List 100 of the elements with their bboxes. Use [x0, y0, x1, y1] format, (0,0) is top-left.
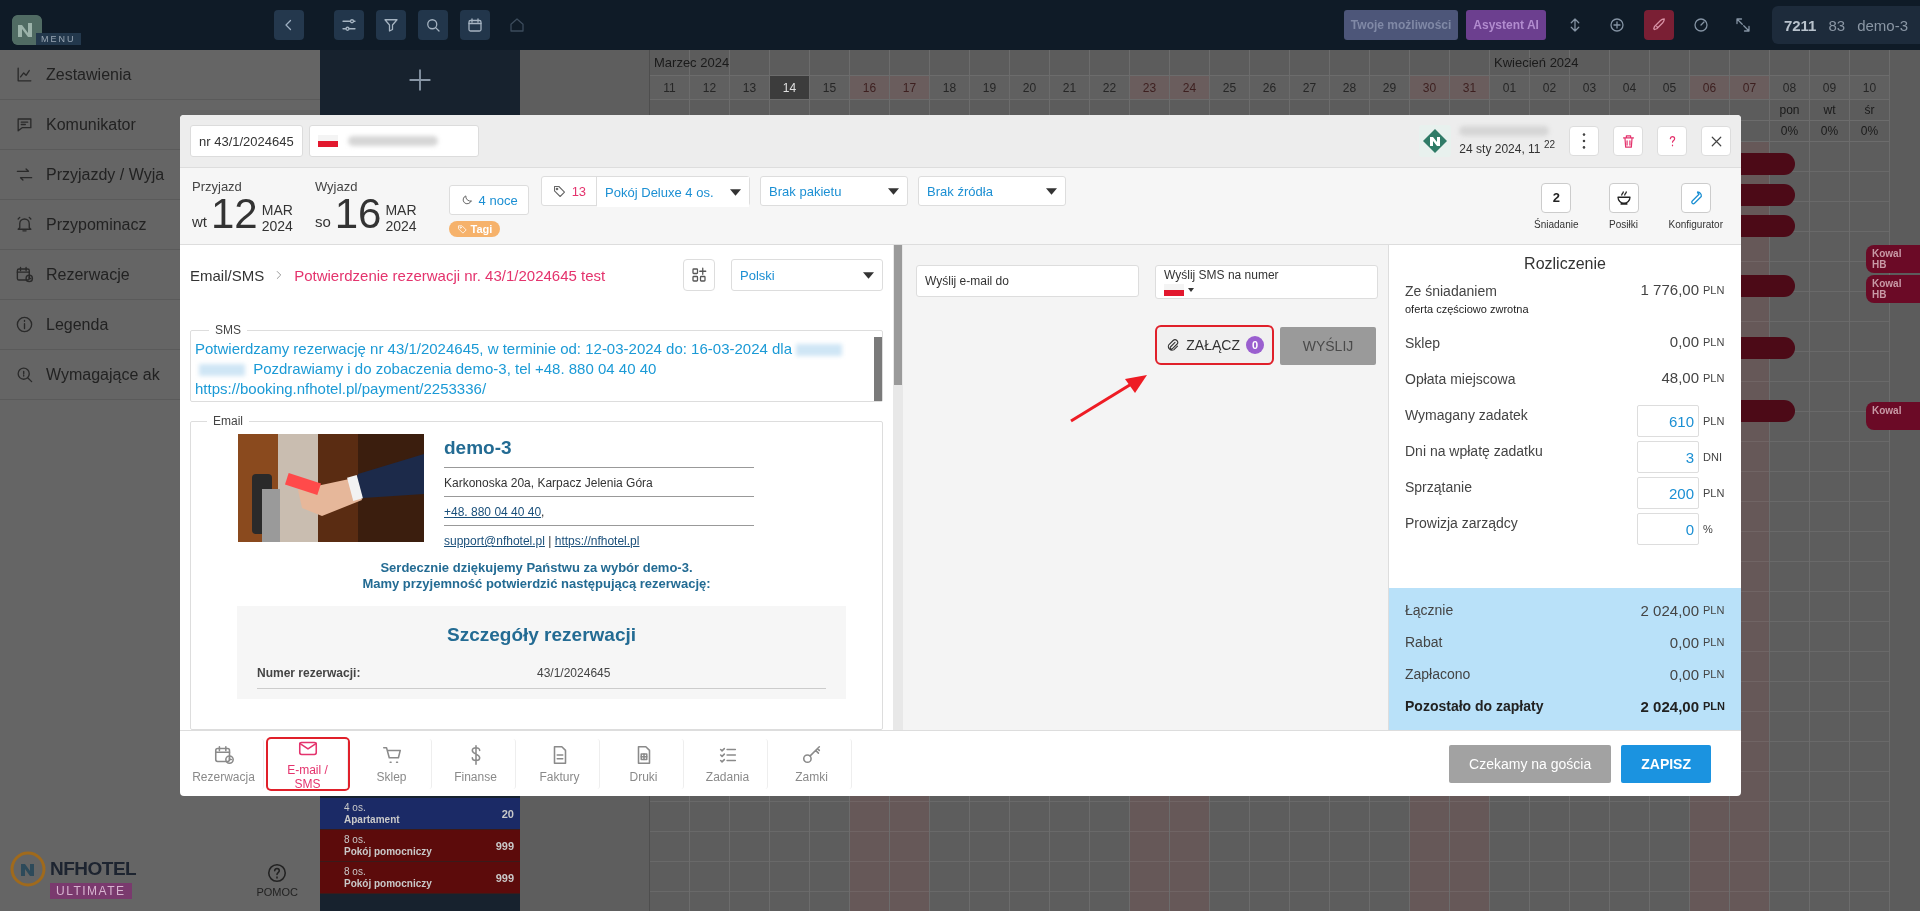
day-number: 09 [1810, 75, 1849, 100]
day-number: 08 [1770, 75, 1809, 100]
day-number: 03 [1570, 75, 1609, 100]
day-number: 18 [930, 75, 969, 100]
sms-legend: SMS [209, 323, 247, 337]
year: 2024 [261, 217, 293, 234]
line-label: Dni na wpłatę zadatku [1405, 443, 1543, 459]
line-label: Opłata miejscowa [1405, 371, 1516, 387]
unit-label: PLN [1703, 604, 1726, 616]
total-label: Łącznie [1405, 602, 1454, 618]
room-number: 999 [495, 871, 514, 884]
unit-label: PLN [1703, 668, 1726, 680]
attachment-count: 0 [1246, 336, 1264, 354]
settlement-title: Rozliczenie [1523, 254, 1607, 274]
day-number: 19 [970, 75, 1009, 100]
thank-you-text: Serdecznie dziękujemy Państwu za wybór demo-3. Mamy przyjemność potwierdzić następującą rezerwację: [361, 560, 712, 592]
room-guests: 8 os. [344, 833, 367, 846]
occupancy-value: 0% [1780, 124, 1799, 138]
total-value: 0,00 [1669, 665, 1699, 683]
month-label: Kwiecień 2024 [1494, 55, 1579, 70]
unit-label: % [1703, 523, 1714, 535]
total-label: Zapłacono [1405, 666, 1471, 682]
email-legend: Email [207, 415, 249, 428]
total-label: Pozostało do zapłaty [1405, 698, 1544, 714]
line-label: Sklep [1405, 335, 1441, 351]
hotel-address: Karkonoska 20a, Karpacz Jelenia Góra [444, 468, 754, 497]
total-label: Rabat [1405, 634, 1443, 650]
weekday: wt [192, 212, 207, 232]
line-label: Sprzątanie [1405, 479, 1472, 495]
unit-label: DNI [1703, 451, 1723, 463]
unit-label: PLN [1703, 371, 1726, 384]
month: MAR [261, 201, 293, 218]
room-number: 20 [501, 807, 514, 820]
line-label: Ze śniadaniem [1405, 283, 1498, 299]
day-number: 16 [850, 75, 889, 100]
day-number: 30 [1410, 75, 1449, 100]
day-number: 07 [1730, 75, 1769, 100]
reservation-number: nr 43/1/2024645 [190, 125, 303, 157]
month-label: Marzec 2024 [654, 55, 730, 70]
line-value: 1 776,00 [1640, 281, 1699, 298]
month: MAR [385, 201, 417, 218]
details-title: Szczegóły rezerwacji [445, 624, 637, 646]
line-label: Wymagany zadatek [1405, 407, 1528, 423]
day-number: 20 [1010, 75, 1049, 100]
day: 16 [334, 193, 382, 234]
edition-badge: ULTIMATE [50, 883, 132, 899]
unit-label: PLN [1703, 335, 1726, 348]
total-value: 0,00 [1669, 633, 1699, 651]
contact-line: support@nfhotel.pl | https://nfhotel.pl [444, 533, 641, 550]
created-date: 24 sty 2024, 11 $^{22}$ [1459, 139, 1555, 156]
day-number: 12 [690, 75, 729, 100]
breakfast-count: 2 [1541, 182, 1572, 213]
day-number: 02 [1530, 75, 1569, 100]
date-label: Przyjazd [192, 178, 243, 194]
day-number: 10 [1850, 75, 1889, 100]
day-number: 17 [890, 75, 929, 100]
day-number: 24 [1170, 75, 1209, 100]
brand-name: NFHOTEL [50, 858, 137, 880]
hotel-name: demo-3 [1857, 16, 1908, 34]
day-number: 11 [650, 75, 689, 100]
unit-label: PLN [1703, 415, 1726, 427]
room-guests: 8 os. [344, 865, 367, 878]
day-number: 21 [1050, 75, 1089, 100]
weekday-label: wt [1823, 103, 1836, 117]
occupancy-value: 0% [1820, 124, 1839, 138]
line-value: 48,00 [1661, 369, 1699, 386]
day-number: 14 [770, 75, 809, 100]
detail-value: 43/1/2024645 [537, 666, 611, 680]
day-number: 28 [1330, 75, 1369, 100]
day-number: 04 [1610, 75, 1649, 100]
phone-line: +48. 880 04 40 40, [444, 497, 754, 526]
day-number: 25 [1210, 75, 1249, 100]
unit-label: PLN [1703, 700, 1726, 712]
day-number: 01 [1490, 75, 1529, 100]
line-label: Prowizja zarządcy [1405, 515, 1518, 531]
unit-label: PLN [1703, 283, 1726, 296]
hotel-name: demo-3 [444, 434, 754, 468]
unit-label: PLN [1703, 636, 1726, 648]
day-number: 06 [1690, 75, 1729, 100]
total-value: 2 024,00 [1640, 697, 1699, 715]
total-value: 2 024,00 [1640, 601, 1699, 619]
day-number: 27 [1290, 75, 1329, 100]
year: 2024 [385, 217, 417, 234]
day-number: 26 [1250, 75, 1289, 100]
room-type: Pokój pomocniczy [344, 845, 432, 858]
weekday-label: śr [1864, 103, 1875, 117]
day-number: 23 [1130, 75, 1169, 100]
room-type: Pokój pomocniczy [344, 877, 432, 890]
counter-secondary: 83 [1828, 16, 1846, 34]
day-number: 29 [1370, 75, 1409, 100]
day-number: 22 [1090, 75, 1129, 100]
day-number: 13 [730, 75, 769, 100]
line-note: oferta częściowo zwrotna [1405, 303, 1529, 315]
occupancy-value: 0% [1860, 124, 1879, 138]
room-guests: 4 os. [344, 801, 367, 814]
counter-primary: 7211 [1783, 16, 1817, 34]
detail-label: Numer rezerwacji: [257, 666, 362, 680]
day-number: 31 [1450, 75, 1489, 100]
room-number: 999 [495, 839, 514, 852]
weekday-label: pon [1779, 103, 1800, 117]
